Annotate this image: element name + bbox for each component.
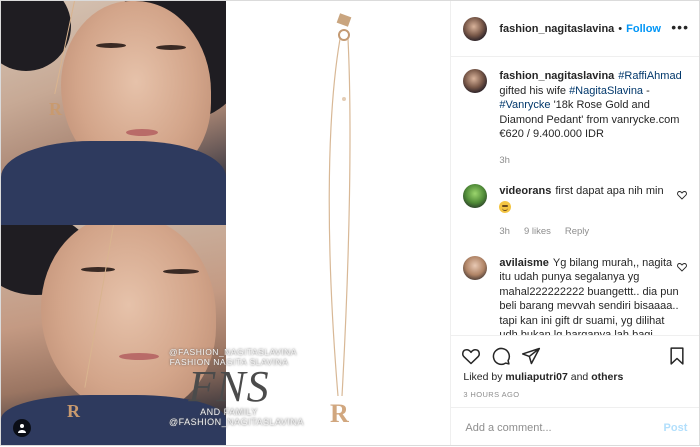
- header-separator: •: [618, 22, 623, 35]
- comment-item: videorans first dapat apa nih min 3h 9 li…: [451, 168, 699, 240]
- follow-button[interactable]: Follow: [626, 23, 661, 35]
- post-actions: [451, 335, 700, 375]
- liked-by-connector: and: [567, 371, 592, 383]
- letter-pendant: R: [330, 399, 349, 428]
- caption-avatar[interactable]: [463, 69, 488, 93]
- like-comment-heart-icon[interactable]: [677, 190, 688, 200]
- header-username[interactable]: fashion_nagitaslavina: [499, 23, 614, 35]
- selfie-photo-top: R: [1, 1, 226, 225]
- comment-text: first dapat apa nih min: [555, 185, 664, 197]
- liked-by-prefix: Liked by: [463, 371, 506, 383]
- comment-avatar[interactable]: [463, 184, 488, 208]
- caption: fashion_nagitaslavina #RaffiAhmad gifted …: [451, 57, 699, 168]
- instagram-post: R R R @FASHION_NAGITASLAVINA FASHION NAG…: [0, 0, 700, 446]
- post-media[interactable]: R R R @FASHION_NAGITASLAVINA FASHION NAG…: [1, 1, 451, 445]
- liked-by-others[interactable]: others: [591, 371, 623, 383]
- watermark-logo: FNS: [188, 362, 270, 411]
- comment-username[interactable]: avilaisme: [499, 257, 549, 269]
- liked-by-user[interactable]: muliaputri07: [505, 371, 567, 383]
- post-header: fashion_nagitaslavina • Follow •••: [451, 1, 699, 57]
- comment-icon[interactable]: [491, 346, 511, 366]
- hashtag-vanrycke[interactable]: #Vanrycke: [499, 99, 550, 111]
- add-comment-bar: Post: [451, 407, 700, 447]
- post-comment-button[interactable]: Post: [664, 422, 688, 434]
- watermark-handle-bottom: @FASHION_NAGITASLAVINA: [169, 417, 304, 427]
- hashtag-raffiahmad[interactable]: #RaffiAhmad: [618, 70, 681, 82]
- watermark-family: AND FAMILY: [200, 407, 258, 417]
- grimacing-face-emoji: [499, 200, 512, 213]
- comments-list[interactable]: fashion_nagitaslavina #RaffiAhmad gifted …: [451, 57, 699, 335]
- save-bookmark-icon[interactable]: [667, 346, 687, 366]
- comment-time[interactable]: 3h: [499, 225, 510, 240]
- more-options-icon[interactable]: •••: [671, 19, 689, 35]
- liked-by: Liked by muliaputri07 and others: [463, 371, 623, 383]
- reply-button[interactable]: Reply: [565, 225, 589, 240]
- avatar[interactable]: [463, 16, 488, 41]
- comment-item: avilaisme Yg bilang murah,, nagita itu ud…: [451, 240, 699, 335]
- post-timestamp[interactable]: 3 HOURS AGO: [463, 390, 519, 399]
- comment-username[interactable]: videorans: [499, 185, 551, 197]
- comment-input[interactable]: [463, 420, 658, 435]
- like-heart-icon[interactable]: [461, 346, 481, 366]
- watermark: @FASHION_NAGITASLAVINA FASHION NAGITA SL…: [169, 347, 304, 427]
- share-icon[interactable]: [521, 346, 541, 366]
- hashtag-nagitaslavina[interactable]: #NagitaSlavina: [569, 85, 643, 97]
- like-comment-heart-icon[interactable]: [677, 262, 688, 272]
- comment-avatar[interactable]: [463, 255, 488, 280]
- caption-username[interactable]: fashion_nagitaslavina: [499, 70, 614, 82]
- comment-likes[interactable]: 9 likes: [524, 225, 551, 240]
- caption-text: gifted his wife: [499, 84, 570, 97]
- caption-time[interactable]: 3h: [499, 154, 510, 169]
- post-side-panel: fashion_nagitaslavina • Follow ••• fashi…: [450, 1, 700, 447]
- watermark-handle-top: @FASHION_NAGITASLAVINA: [169, 347, 297, 357]
- caption-text: -: [643, 84, 650, 97]
- tagged-user-icon[interactable]: [13, 419, 31, 437]
